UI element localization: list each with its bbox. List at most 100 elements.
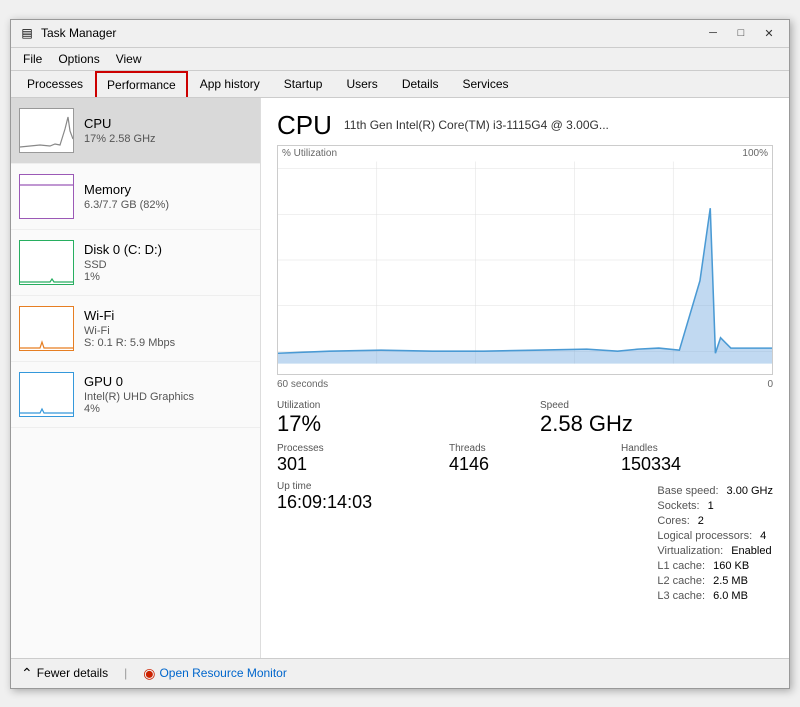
cpu-info: CPU 17% 2.58 GHz [84, 116, 252, 145]
bottom-separator: | [124, 666, 127, 680]
app-icon: ▤ [19, 25, 35, 41]
tab-performance[interactable]: Performance [95, 71, 188, 97]
title-bar: ▤ Task Manager ─ □ ✕ [11, 20, 789, 48]
gpu-subtitle1: Intel(R) UHD Graphics [84, 391, 252, 403]
sidebar-item-cpu[interactable]: CPU 17% 2.58 GHz [11, 98, 260, 164]
disk-subtitle1: SSD [84, 259, 252, 271]
memory-info: Memory 6.3/7.7 GB (82%) [84, 182, 252, 211]
memory-title: Memory [84, 182, 252, 197]
disk-mini-chart [20, 241, 73, 284]
sidebar-item-wifi[interactable]: Wi-Fi Wi-Fi S: 0.1 R: 5.9 Mbps [11, 296, 260, 362]
cores-val: 2 [698, 515, 704, 527]
resource-monitor-icon: ◉ [143, 665, 155, 682]
info-sockets: Sockets: 1 [657, 500, 773, 512]
wifi-info: Wi-Fi Wi-Fi S: 0.1 R: 5.9 Mbps [84, 308, 252, 349]
info-l3: L3 cache: 6.0 MB [657, 590, 773, 602]
memory-thumbnail [19, 174, 74, 219]
sidebar-item-gpu[interactable]: GPU 0 Intel(R) UHD Graphics 4% [11, 362, 260, 428]
wifi-thumbnail [19, 306, 74, 351]
disk-info: Disk 0 (C: D:) SSD 1% [84, 242, 252, 283]
l1-val: 160 KB [713, 560, 749, 572]
cpu-thumbnail [19, 108, 74, 153]
memory-subtitle: 6.3/7.7 GB (82%) [84, 199, 252, 211]
l3-val: 6.0 MB [713, 590, 748, 602]
utilization-label: Utilization [277, 400, 510, 411]
content-area: CPU 17% 2.58 GHz Memory 6.3/7.7 GB (82%) [11, 98, 789, 658]
tab-users[interactable]: Users [334, 71, 389, 97]
info-virtualization: Virtualization: Enabled [657, 545, 773, 557]
menu-options[interactable]: Options [50, 50, 107, 68]
utilization-value: 17% [277, 411, 510, 437]
wifi-subtitle1: Wi-Fi [84, 325, 252, 337]
spacer [392, 481, 637, 602]
handles-value: 150334 [621, 454, 773, 475]
cpu-subtitle: 17% 2.58 GHz [84, 133, 252, 145]
open-resource-monitor-button[interactable]: ◉ Open Resource Monitor [143, 665, 287, 682]
sidebar-item-disk[interactable]: Disk 0 (C: D:) SSD 1% [11, 230, 260, 296]
bottom-bar: ⌃ Fewer details | ◉ Open Resource Monito… [11, 658, 789, 688]
sockets-val: 1 [708, 500, 714, 512]
cpu-chart-svg [278, 146, 772, 374]
cores-key: Cores: [657, 515, 689, 527]
close-button[interactable]: ✕ [757, 24, 781, 42]
tab-app-history[interactable]: App history [188, 71, 272, 97]
menu-bar: File Options View [11, 48, 789, 71]
tab-bar: Processes Performance App history Startu… [11, 71, 789, 98]
stat-utilization: Utilization 17% [277, 400, 510, 437]
base-speed-val: 3.00 GHz [727, 485, 773, 497]
threads-value: 4146 [449, 454, 601, 475]
logical-key: Logical processors: [657, 530, 752, 542]
disk-thumbnail [19, 240, 74, 285]
main-panel: CPU 11th Gen Intel(R) Core(TM) i3-1115G4… [261, 98, 789, 658]
wifi-subtitle2: S: 0.1 R: 5.9 Mbps [84, 337, 252, 349]
processes-value: 301 [277, 454, 429, 475]
window-title: Task Manager [41, 26, 701, 40]
base-speed-key: Base speed: [657, 485, 718, 497]
tab-processes[interactable]: Processes [15, 71, 95, 97]
chart-y-label: % Utilization [282, 148, 337, 159]
disk-title: Disk 0 (C: D:) [84, 242, 252, 257]
stats-row-3: Up time 16:09:14:03 Base speed: 3.00 GHz… [277, 481, 773, 602]
gpu-title: GPU 0 [84, 374, 252, 389]
sockets-key: Sockets: [657, 500, 699, 512]
l1-key: L1 cache: [657, 560, 705, 572]
tab-startup[interactable]: Startup [272, 71, 335, 97]
l2-val: 2.5 MB [713, 575, 748, 587]
gpu-subtitle2: 4% [84, 403, 252, 415]
chevron-up-icon: ⌃ [21, 665, 33, 682]
sidebar: CPU 17% 2.58 GHz Memory 6.3/7.7 GB (82%) [11, 98, 261, 658]
minimize-button[interactable]: ─ [701, 24, 725, 42]
maximize-button[interactable]: □ [729, 24, 753, 42]
fewer-details-label: Fewer details [37, 666, 108, 680]
stat-threads: Threads 4146 [449, 443, 601, 475]
speed-value: 2.58 GHz [540, 411, 773, 437]
handles-label: Handles [621, 443, 773, 454]
memory-mini-chart [20, 175, 73, 218]
stats-row-1: Utilization 17% Speed 2.58 GHz [277, 400, 773, 437]
threads-label: Threads [449, 443, 601, 454]
main-subtitle: 11th Gen Intel(R) Core(TM) i3-1115G4 @ 3… [344, 118, 609, 132]
chart-y-max: 100% [742, 148, 768, 159]
menu-file[interactable]: File [15, 50, 50, 68]
sidebar-item-memory[interactable]: Memory 6.3/7.7 GB (82%) [11, 164, 260, 230]
fewer-details-button[interactable]: ⌃ Fewer details [21, 665, 108, 682]
chart-x-max: 0 [767, 379, 773, 390]
chart-footer: 60 seconds 0 [277, 379, 773, 390]
info-l1: L1 cache: 160 KB [657, 560, 773, 572]
info-logical: Logical processors: 4 [657, 530, 773, 542]
l3-key: L3 cache: [657, 590, 705, 602]
tab-services[interactable]: Services [451, 71, 521, 97]
stat-uptime: Up time 16:09:14:03 [277, 481, 372, 602]
main-title: CPU [277, 110, 332, 141]
chart-x-label: 60 seconds [277, 379, 328, 390]
menu-view[interactable]: View [108, 50, 150, 68]
tab-details[interactable]: Details [390, 71, 451, 97]
stat-handles: Handles 150334 [621, 443, 773, 475]
virtualization-key: Virtualization: [657, 545, 723, 557]
cpu-title: CPU [84, 116, 252, 131]
cpu-mini-chart [20, 109, 73, 152]
task-manager-window: ▤ Task Manager ─ □ ✕ File Options View P… [10, 19, 790, 689]
info-cores: Cores: 2 [657, 515, 773, 527]
gpu-mini-chart [20, 373, 73, 416]
window-controls: ─ □ ✕ [701, 24, 781, 42]
